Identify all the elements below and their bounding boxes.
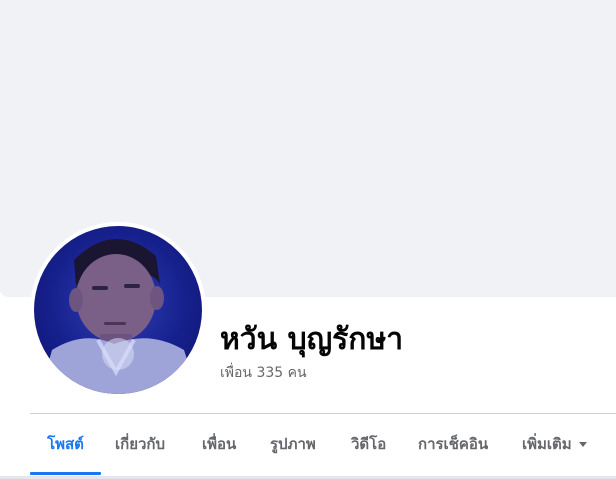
tab-about-label: เกี่ยวกับ [115, 435, 166, 453]
tab-more-label: เพิ่มเติม [522, 435, 572, 453]
tab-more[interactable]: เพิ่มเติม [522, 414, 587, 474]
tab-posts-label: โพสต์ [47, 435, 84, 453]
tab-videos[interactable]: วิดีโอ [351, 414, 386, 474]
tab-about[interactable]: เกี่ยวกับ [115, 414, 165, 474]
profile-tabs: โพสต์ เกี่ยวกับ เพื่อน รูปภาพ วิดีโอ การ… [30, 414, 616, 476]
profile-page: หวัน บุญรักษา เพื่อน 335 คน โพสต์ เกี่ยว… [0, 0, 616, 479]
profile-photo-image [40, 238, 198, 394]
tab-posts[interactable]: โพสต์ [30, 414, 101, 474]
tab-friends[interactable]: เพื่อน [202, 414, 236, 474]
profile-name: หวัน บุญรักษา [220, 322, 404, 357]
caret-down-icon [578, 442, 587, 447]
tab-check-ins-label: การเช็คอิน [418, 435, 489, 453]
active-tab-indicator [30, 472, 101, 475]
tab-friends-label: เพื่อน [202, 435, 237, 453]
tab-check-ins[interactable]: การเช็คอิน [418, 414, 488, 474]
tab-photos[interactable]: รูปภาพ [270, 414, 316, 474]
tab-videos-label: วิดีโอ [351, 435, 387, 453]
tab-photos-label: รูปภาพ [270, 435, 316, 453]
friend-count-link[interactable]: เพื่อน 335 คน [220, 364, 307, 382]
profile-avatar[interactable] [34, 226, 202, 394]
